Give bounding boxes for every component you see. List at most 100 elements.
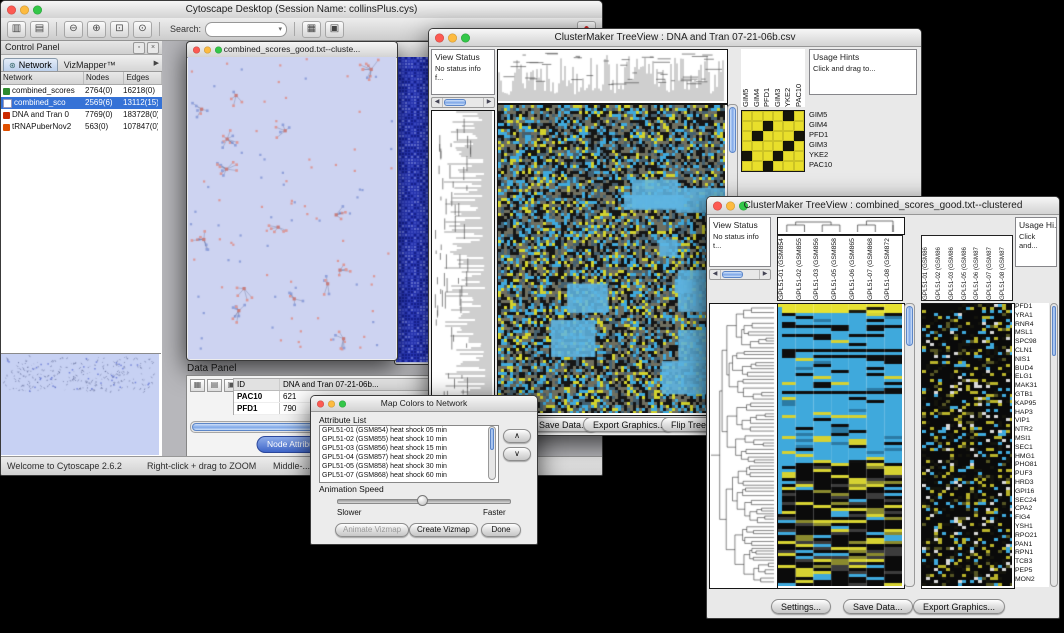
gene-label[interactable]: KAP95	[1015, 400, 1049, 409]
treeview1-titlebar[interactable]: ClusterMaker TreeView : DNA and Tran 07-…	[429, 29, 921, 47]
column-dendrogram-canvas[interactable]	[498, 50, 725, 101]
minimize-button[interactable]	[204, 46, 211, 53]
minimize-button[interactable]	[726, 201, 735, 210]
gene-label[interactable]: HAP3	[1015, 409, 1049, 418]
gene-label[interactable]: TCB3	[1015, 558, 1049, 567]
close-button[interactable]	[7, 5, 16, 14]
main-titlebar[interactable]: Cytoscape Desktop (Session Name: collins…	[1, 1, 602, 19]
gene-label[interactable]: YSH1	[1015, 523, 1049, 532]
scrollbar-thumb[interactable]	[444, 99, 466, 106]
column-dendrogram-canvas[interactable]	[778, 218, 902, 232]
close-button[interactable]	[435, 33, 444, 42]
treeview2-titlebar[interactable]: ClusterMaker TreeView : combined_scores_…	[707, 197, 1059, 215]
gene-label[interactable]: GPI16	[1015, 488, 1049, 497]
save-session-icon[interactable]: ▤	[30, 21, 49, 38]
attribute-list-item[interactable]: GPL51-02 (GSM855) heat shock 10 min	[320, 435, 498, 444]
gene-label[interactable]: ELG1	[1015, 373, 1049, 382]
database-icon[interactable]: ▣	[325, 21, 344, 38]
gene-label[interactable]: HMG1	[1015, 453, 1049, 462]
gene-label[interactable]: NTR2	[1015, 426, 1049, 435]
column-header-edges[interactable]: Edges	[124, 72, 162, 84]
gene-label[interactable]: FIG4	[1015, 514, 1049, 523]
tab-network[interactable]: ⊛ Network	[3, 58, 58, 71]
network-graph-canvas[interactable]	[188, 57, 396, 358]
heatmap-vscrollbar[interactable]	[904, 303, 915, 587]
attribute-list-item[interactable]: GPL51-01 (GSM854) heat shock 05 min	[320, 426, 498, 435]
gene-label[interactable]: PHO81	[1015, 461, 1049, 470]
gene-label[interactable]: YRA1	[1015, 312, 1049, 321]
attribute-list-item[interactable]: GPL51-05 (GSM858) heat shock 30 min	[320, 462, 498, 471]
list-vscrollbar[interactable]	[488, 426, 496, 480]
tab-overflow-icon[interactable]: ▶	[154, 59, 159, 67]
minimize-button[interactable]	[448, 33, 457, 42]
zoom-in-icon[interactable]: ⊕	[87, 21, 106, 38]
open-session-icon[interactable]: ▥	[7, 21, 26, 38]
close-button[interactable]	[193, 46, 200, 53]
zoom-region-icon[interactable]: ⊙	[133, 21, 152, 38]
mini-hscrollbar[interactable]: ◀ ▶	[709, 269, 771, 280]
gene-label[interactable]: RPN1	[1015, 549, 1049, 558]
scroll-left-icon[interactable]: ◀	[710, 270, 720, 279]
gene-label[interactable]: PAN1	[1015, 541, 1049, 550]
heatmap-canvas[interactable]	[498, 105, 725, 413]
minimize-button[interactable]	[328, 400, 335, 407]
scrollbar-thumb[interactable]	[490, 428, 494, 450]
gene-label[interactable]: MSI1	[1015, 435, 1049, 444]
mini-hscrollbar[interactable]: ◀ ▶	[431, 97, 495, 108]
attribute-listbox[interactable]: GPL51-01 (GSM854) heat shock 05 minGPL51…	[319, 425, 499, 483]
gene-label[interactable]: MSL1	[1015, 329, 1049, 338]
close-button[interactable]	[713, 201, 722, 210]
export-graphics-button[interactable]: Export Graphics...	[913, 599, 1005, 614]
tab-vizmapper[interactable]: VizMapper™	[58, 59, 122, 71]
network-row-selected[interactable]: combined_sco 2569(6) 13112(15)	[1, 97, 162, 109]
gene-label[interactable]: RNR4	[1015, 321, 1049, 330]
gene-list-vscrollbar[interactable]	[1050, 303, 1058, 587]
scroll-right-icon[interactable]: ▶	[484, 98, 494, 107]
gene-label[interactable]: CPA2	[1015, 505, 1049, 514]
zoom-fit-icon[interactable]: ⊡	[110, 21, 129, 38]
gene-label[interactable]: VIP1	[1015, 417, 1049, 426]
background-network-canvas[interactable]	[396, 57, 430, 362]
slider-thumb[interactable]	[417, 495, 428, 506]
gene-label[interactable]: BUD4	[1015, 365, 1049, 374]
node-table-icon[interactable]: ▦	[190, 379, 205, 392]
gene-label[interactable]: GTB1	[1015, 391, 1049, 400]
gene-label[interactable]: SEC1	[1015, 444, 1049, 453]
create-vizmap-button[interactable]: Create Vizmap	[409, 523, 478, 537]
gene-label[interactable]: NIS1	[1015, 356, 1049, 365]
gene-label[interactable]: PEP5	[1015, 567, 1049, 576]
heatmap-canvas[interactable]	[778, 304, 902, 586]
settings-button[interactable]: Settings...	[771, 599, 831, 614]
search-combobox[interactable]: ▾	[205, 22, 287, 37]
gene-label[interactable]: CLN1	[1015, 347, 1049, 356]
done-button[interactable]: Done	[481, 523, 521, 537]
attribute-list-item[interactable]: GPL51-03 (GSM856) heat shock 15 min	[320, 444, 498, 453]
gene-label[interactable]: RPO21	[1015, 532, 1049, 541]
close-button[interactable]	[317, 400, 324, 407]
minimize-button[interactable]	[20, 5, 29, 14]
column-header-network[interactable]: Network	[1, 72, 84, 84]
gene-label[interactable]: HRD3	[1015, 479, 1049, 488]
background-window-titlebar[interactable]	[395, 42, 431, 58]
animation-speed-slider[interactable]	[337, 499, 511, 504]
move-down-button[interactable]: ∨	[503, 447, 531, 461]
scrollbar-thumb[interactable]	[906, 306, 913, 346]
column-header-attribute[interactable]: DNA and Tran 07-21-06b...	[280, 379, 430, 390]
edge-table-icon[interactable]: ▤	[207, 379, 222, 392]
gene-label[interactable]: PUF3	[1015, 470, 1049, 479]
network-row[interactable]: DNA and Tran 0 7769(0) 183728(0)	[1, 109, 162, 121]
attribute-list-item[interactable]: GPL51-07 (GSM868) heat shock 60 min	[320, 471, 498, 480]
grid-view-icon[interactable]: ▦	[302, 21, 321, 38]
birdseye-canvas[interactable]	[1, 354, 159, 455]
row-dendrogram-canvas[interactable]	[710, 304, 776, 586]
save-data-button[interactable]: Save Data...	[843, 599, 913, 614]
column-header-nodes[interactable]: Nodes	[84, 72, 125, 84]
network-row[interactable]: combined_scores 2764(0) 16218(0)	[1, 85, 162, 97]
row-dendrogram-canvas[interactable]	[432, 111, 492, 413]
correlation-matrix[interactable]	[741, 110, 805, 172]
scrollbar-thumb[interactable]	[722, 271, 743, 278]
move-up-button[interactable]: ∧	[503, 429, 531, 443]
network-row[interactable]: tRNAPuberNov2 563(0) 107847(0)	[1, 121, 162, 133]
scroll-left-icon[interactable]: ◀	[432, 98, 442, 107]
network-window-titlebar[interactable]: combined_scores_good.txt--cluste...	[187, 42, 397, 58]
